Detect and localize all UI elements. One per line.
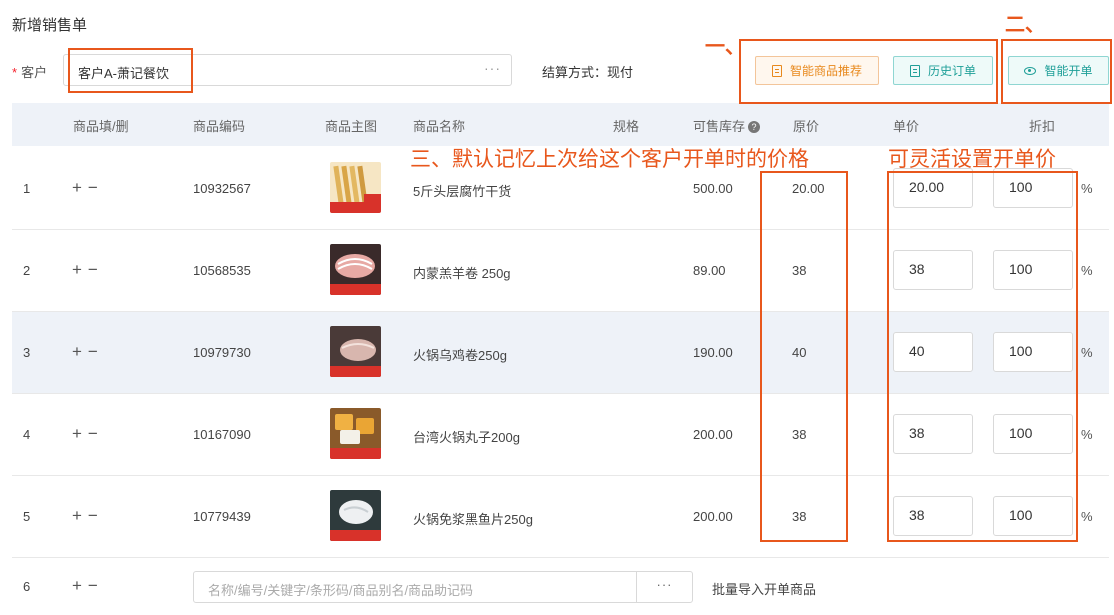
annotation-label-two: 二、: [1005, 14, 1045, 36]
row-number: 4: [23, 427, 31, 442]
settlement-method: 结算方式：现付: [542, 65, 634, 80]
product-code: 10568535: [193, 263, 251, 278]
product-image: [330, 326, 381, 377]
col-header-image: 商品主图: [325, 119, 378, 134]
product-image: [330, 162, 381, 213]
annotation-label-flexible: 可灵活设置开单价: [888, 148, 1056, 171]
col-header-unit-price: 单价: [893, 119, 920, 134]
product-code: 10167090: [193, 427, 251, 442]
annotation-box-one: [739, 39, 998, 104]
col-header-edit: 商品填/删: [73, 119, 129, 134]
available-stock: 190.00: [693, 345, 733, 360]
annotation-label-three: 三、默认记忆上次给这个客户开单时的价格: [410, 148, 809, 171]
product-name: 火锅乌鸡卷250g: [413, 348, 507, 363]
annotation-label-one: 一、: [705, 36, 745, 58]
product-image: [330, 490, 381, 541]
page-title: 新增销售单: [12, 17, 88, 34]
product-name: 5斤头层腐竹干货: [413, 184, 512, 199]
product-code: 10779439: [193, 509, 251, 524]
available-stock: 200.00: [693, 509, 733, 524]
customer-label: * 客户: [12, 65, 48, 80]
row-number: 3: [23, 345, 31, 360]
product-name: 火锅免浆黑鱼片250g: [413, 512, 533, 527]
table-header: [12, 103, 1109, 146]
row-number: 6: [23, 579, 31, 594]
row-number: 2: [23, 263, 31, 278]
add-remove-controls[interactable]: +−: [72, 342, 104, 362]
add-remove-controls[interactable]: +−: [72, 576, 104, 596]
annotation-box-customer: [68, 48, 193, 93]
annotation-box-unit-price: [887, 171, 1078, 542]
col-header-code: 商品编码: [193, 119, 246, 134]
add-remove-controls[interactable]: +−: [72, 506, 104, 526]
product-image: [330, 244, 381, 295]
product-picker-button[interactable]: ···: [636, 572, 692, 602]
add-remove-controls[interactable]: +−: [72, 424, 104, 444]
add-remove-controls[interactable]: +−: [72, 260, 104, 280]
available-stock: 200.00: [693, 427, 733, 442]
col-header-name: 商品名称: [413, 119, 466, 134]
row-number: 5: [23, 509, 31, 524]
annotation-box-two: [1001, 39, 1112, 104]
percent-sign: %: [1081, 427, 1093, 442]
col-header-discount: 折扣: [1029, 119, 1056, 134]
annotation-box-original-price: [760, 171, 848, 542]
available-stock: 89.00: [693, 263, 726, 278]
percent-sign: %: [1081, 181, 1093, 196]
col-header-spec: 规格: [613, 119, 640, 134]
product-image: [330, 408, 381, 459]
search-placeholder: 名称/编号/关键字/条形码/商品别名/商品助记码: [208, 583, 474, 598]
product-code: 10932567: [193, 181, 251, 196]
product-name: 内蒙羔羊卷 250g: [413, 266, 511, 281]
add-remove-controls[interactable]: +−: [72, 178, 104, 198]
batch-import-link[interactable]: 批量导入开单商品: [712, 579, 816, 598]
product-name: 台湾火锅丸子200g: [413, 430, 520, 445]
available-stock: 500.00: [693, 181, 733, 196]
row-number: 1: [23, 181, 31, 196]
product-search-input[interactable]: 名称/编号/关键字/条形码/商品别名/商品助记码 ···: [193, 571, 693, 603]
product-code: 10979730: [193, 345, 251, 360]
col-header-original-price: 原价: [793, 119, 820, 134]
customer-more-button[interactable]: ···: [484, 60, 501, 76]
help-icon[interactable]: ?: [748, 121, 761, 133]
percent-sign: %: [1081, 345, 1093, 360]
percent-sign: %: [1081, 263, 1093, 278]
col-header-stock: 可售库存?: [693, 116, 761, 135]
percent-sign: %: [1081, 509, 1093, 524]
